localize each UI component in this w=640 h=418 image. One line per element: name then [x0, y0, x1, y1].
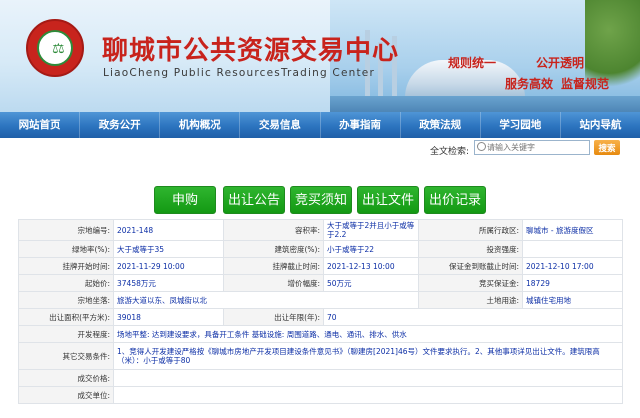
- bid-records-button[interactable]: 出价记录: [424, 186, 486, 214]
- table-row: 挂牌开始时间: 2021-11-29 10:00 挂牌截止时间: 2021-12…: [18, 257, 623, 275]
- search-label: 全文检索:: [430, 147, 470, 157]
- field-value: 聊城市 - 旅游度假区: [522, 219, 623, 241]
- field-value: 39018: [113, 308, 224, 326]
- field-label: 开发程度:: [18, 325, 114, 343]
- field-value: 城镇住宅用地: [522, 291, 623, 309]
- field-value: [522, 240, 623, 258]
- nav-item-gov-affairs[interactable]: 政务公开: [80, 112, 161, 138]
- field-label: 绿地率(%):: [18, 240, 114, 258]
- field-label: 所属行政区:: [418, 219, 523, 241]
- field-value: [113, 386, 623, 404]
- field-label: 挂牌截止时间:: [223, 257, 324, 275]
- field-value: 50万元: [323, 274, 419, 292]
- nav-item-learning[interactable]: 学习园地: [481, 112, 561, 138]
- land-detail-table: 宗地编号: 2021-148 容积率: 大于或等于2并且小于或等于2.2 所属行…: [18, 219, 623, 404]
- field-label: 其它交易条件:: [18, 342, 114, 370]
- field-label: 建筑密度(%):: [223, 240, 324, 258]
- slogan-text: 公开透明: [536, 56, 585, 70]
- field-label: 保证金到账截止时间:: [418, 257, 523, 275]
- bidder-guide-button[interactable]: 竞买须知: [290, 186, 352, 214]
- field-value: 大于或等于35: [113, 240, 224, 258]
- site-subtitle: LiaoCheng Public ResourcesTrading Center: [103, 67, 375, 79]
- field-value: 2021-11-29 10:00: [113, 257, 224, 275]
- table-row: 绿地率(%): 大于或等于35 建筑密度(%): 小于或等于22 投资强度:: [18, 240, 623, 258]
- logo-emblem: ⚖: [37, 30, 73, 66]
- field-value: 场地平整: 达到建设要求，具备开工条件 基础设施: 周围道路、通电、通讯、排水、…: [113, 325, 623, 343]
- field-value: [113, 369, 623, 387]
- nav-item-sitemap[interactable]: 站内导航: [561, 112, 640, 138]
- field-label: 投资强度:: [418, 240, 523, 258]
- field-label: 成交单位:: [18, 386, 114, 404]
- field-value: 2021-12-13 10:00: [323, 257, 419, 275]
- field-label: 增价幅度:: [223, 274, 324, 292]
- field-label: 竞买保证金:: [418, 274, 523, 292]
- field-label: 土地用途:: [418, 291, 523, 309]
- nav-item-trade-info[interactable]: 交易信息: [240, 112, 321, 138]
- field-value: 2021-148: [113, 219, 224, 241]
- field-label: 出让年限(年):: [223, 308, 324, 326]
- field-label: 出让面积(平方米):: [18, 308, 114, 326]
- field-value: 小于或等于22: [323, 240, 419, 258]
- slogan-text: 规则统一: [448, 56, 497, 70]
- scale-icon: ⚖: [52, 41, 65, 57]
- nav-item-service-guide[interactable]: 办事指南: [321, 112, 401, 138]
- search-input[interactable]: [474, 140, 590, 155]
- table-row: 其它交易条件: 1、竞得人开发建设严格按《聊城市房地产开发项目建设条件意见书》（…: [18, 342, 623, 370]
- field-value: 大于或等于2并且小于或等于2.2: [323, 219, 419, 241]
- nav-item-policies[interactable]: 政策法规: [401, 112, 481, 138]
- table-row: 宗地坐落: 旅游大道以东、凤城街以北 土地用途: 城镇住宅用地: [18, 291, 623, 309]
- main-nav: 网站首页 政务公开 机构概况 交易信息 办事指南 政策法规 学习园地 站内导航: [0, 112, 640, 138]
- field-label: 宗地编号:: [18, 219, 114, 241]
- nav-item-org-overview[interactable]: 机构概况: [160, 112, 241, 138]
- field-label: 起始价:: [18, 274, 114, 292]
- site-logo-icon[interactable]: ⚖: [26, 19, 84, 77]
- field-value: 70: [323, 308, 623, 326]
- field-label: 成交价格:: [18, 369, 114, 387]
- field-label: 挂牌开始时间:: [18, 257, 114, 275]
- field-value: 37458万元: [113, 274, 224, 292]
- field-label: 容积率:: [223, 219, 324, 241]
- trade-conditions-value: 1、竞得人开发建设严格按《聊城市房地产开发项目建设条件意见书》（聊建房[2021…: [117, 347, 600, 365]
- site-banner: ⚖ 聊城市公共资源交易中心 LiaoCheng Public Resources…: [0, 0, 640, 112]
- search-button[interactable]: 搜索: [594, 140, 620, 155]
- table-row: 成交价格:: [18, 369, 623, 387]
- table-row: 成交单位:: [18, 386, 623, 404]
- site-title: 聊城市公共资源交易中心: [102, 36, 400, 66]
- slogan-text: 监督规范: [561, 77, 610, 91]
- apply-button[interactable]: 申购: [154, 186, 216, 214]
- table-row: 宗地编号: 2021-148 容积率: 大于或等于2并且小于或等于2.2 所属行…: [18, 219, 623, 241]
- table-row: 起始价: 37458万元 增价幅度: 50万元 竞买保证金: 18729: [18, 274, 623, 292]
- field-value: 1、竞得人开发建设严格按《聊城市房地产开发项目建设条件意见书》（聊建房[2021…: [113, 342, 623, 370]
- field-value: 2021-12-10 17:00: [522, 257, 623, 275]
- table-row: 出让面积(平方米): 39018 出让年限(年): 70: [18, 308, 623, 326]
- documents-button[interactable]: 出让文件: [357, 186, 419, 214]
- search-icon: [477, 142, 486, 151]
- plot-ratio-value: 大于或等于2并且小于或等于2.2: [327, 221, 415, 239]
- field-label: 宗地坐落:: [18, 291, 114, 309]
- notice-button[interactable]: 出让公告: [223, 186, 285, 214]
- slogan-text: 服务高效: [505, 77, 554, 91]
- nav-item-home[interactable]: 网站首页: [0, 112, 81, 138]
- field-value: 旅游大道以东、凤城街以北: [113, 291, 419, 309]
- field-value: 18729: [522, 274, 623, 292]
- table-row: 开发程度: 场地平整: 达到建设要求，具备开工条件 基础设施: 周围道路、通电、…: [18, 325, 623, 343]
